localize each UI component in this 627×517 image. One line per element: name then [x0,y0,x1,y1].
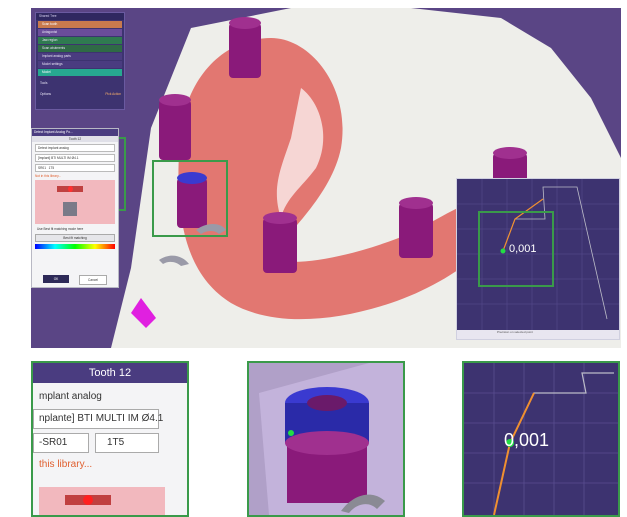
zoom-panel-title: Tooth 12 [33,363,187,383]
workflow-item-7[interactable]: Model [38,69,122,76]
workflow-item-1[interactable]: Scan tooth [38,21,122,28]
position-value: 1T5 [48,166,55,170]
options-label: Options [40,92,51,96]
selected-point[interactable] [500,248,506,254]
section-label: Detect implant analog [35,144,115,152]
color-scale [35,244,115,249]
zoom-implant [247,361,405,517]
implant-3 [177,178,207,228]
zoom-line-3: -SR01 [39,437,68,448]
library-dropdown[interactable]: [Implant] BTI MULTI IM Ø4.1 [35,154,115,162]
implant-1 [229,23,261,78]
workflow-item-5[interactable]: Implant analog parts [38,53,122,60]
workflow-panel: Shared Tree Scan tooth Antagonist Jaw re… [35,12,125,110]
best-fit-button[interactable]: Best fit matching [35,234,115,242]
zoom-line-2: nplante] BTI MULTI IM Ø4.1 [39,413,164,424]
workflow-item-6[interactable]: Model settings [38,61,122,68]
button-bar: OK Cancel [35,275,115,285]
preview-point [68,186,73,192]
zoom-line-4: 1T5 [107,437,125,448]
implant-5 [399,203,433,258]
workflow-item-4[interactable]: Scan abutments [38,45,122,52]
inset-grid [457,179,619,330]
zoom-implant-scene [249,363,403,515]
implant-4 [263,218,297,273]
workflow-header: Shared Tree [36,13,124,20]
precision-inset: 0,001 Precision on selected point [456,178,620,340]
workflow-item-2[interactable]: Antagonist [38,29,122,36]
detect-implant-panel: Detect Implant Analog Po... Tooth 12 Det… [31,128,119,288]
ok-button[interactable]: OK [43,275,69,283]
warning-link[interactable]: Not in this library... [35,174,115,178]
zoom-graph: 0,001 [462,361,620,517]
implant-2 [159,100,191,160]
implant-preview [35,180,115,224]
zoom-position-dropdown[interactable] [95,433,159,453]
zoom-preview-point [83,495,93,505]
toolbar-text: Precision on selected point [497,330,533,334]
tools-item[interactable]: Tools [36,80,124,87]
panel-title: Detect Implant Analog Po... [32,129,118,136]
zoom-panel: Tooth 12 mplant analog nplante] BTI MULT… [31,361,189,517]
zoom-curve-orange [493,392,535,515]
cancel-button[interactable]: Cancel [79,275,107,285]
options-action[interactable]: Pick Action [105,91,121,98]
inset-toolbar: Precision on selected point [457,330,619,339]
analog-icon [63,202,77,216]
mode-note: Use Best fit matching mode here [37,227,84,231]
zoom-line-1: mplant analog [39,391,102,402]
3d-viewport[interactable]: Shared Tree Scan tooth Antagonist Jaw re… [31,8,621,348]
zoom-line-5[interactable]: this library... [39,459,92,470]
precision-readout: 0,001 [509,243,537,255]
workflow-item-3[interactable]: Jaw region [38,37,122,44]
precision-graph [457,179,619,330]
variant-dropdown[interactable]: SR01 1T5 [35,164,115,172]
variant-value: SR01 [38,166,46,170]
zoom-point[interactable] [288,430,294,436]
panel-subtitle: Tooth 12 [32,136,118,142]
options-item[interactable]: Options Pick Action [36,91,124,98]
zoom-readout: 0,001 [504,430,550,450]
